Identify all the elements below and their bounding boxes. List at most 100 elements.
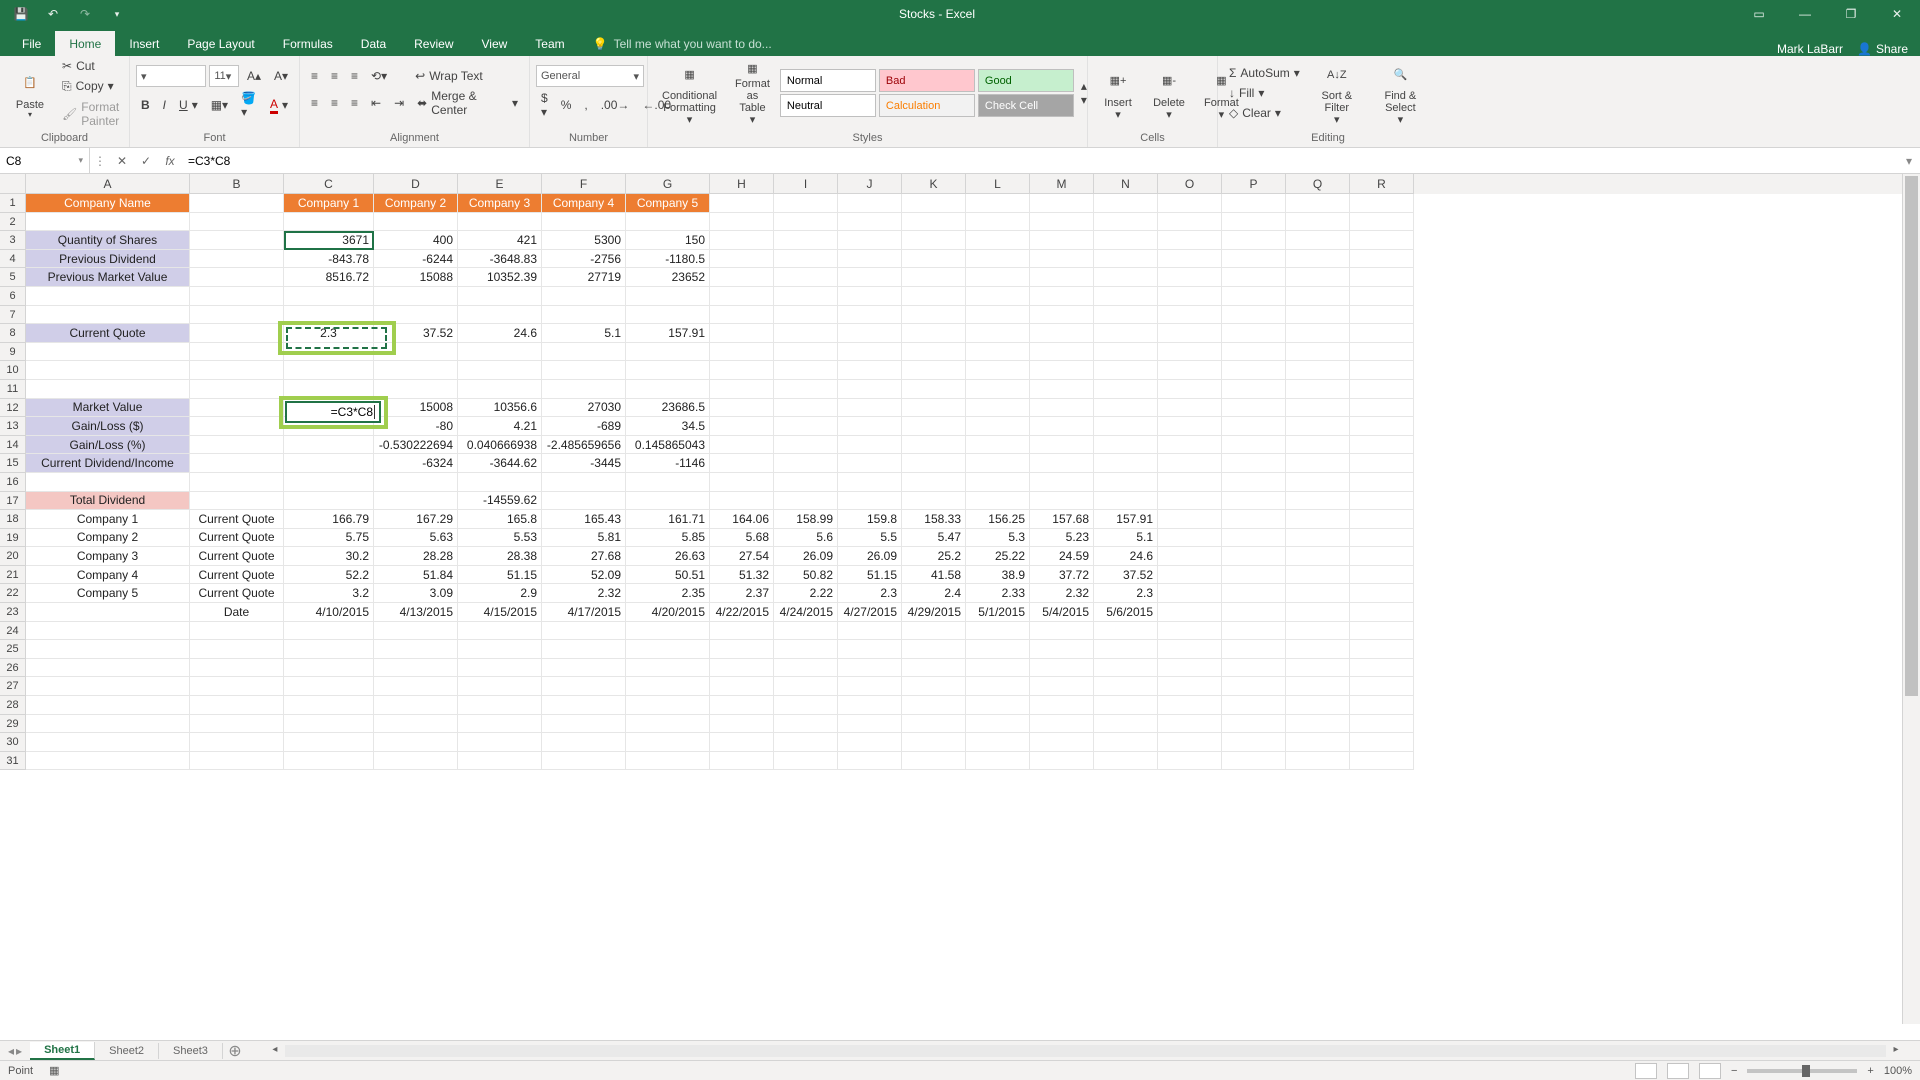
cell-O20[interactable] xyxy=(1158,547,1222,566)
cancel-formula-button[interactable]: ✕ xyxy=(110,148,134,173)
cell-C27[interactable] xyxy=(284,677,374,696)
cell-I18[interactable]: 158.99 xyxy=(774,510,838,529)
cell-H6[interactable] xyxy=(710,287,774,306)
cell-M17[interactable] xyxy=(1030,492,1094,511)
col-header-J[interactable]: J xyxy=(838,174,902,194)
cell-J9[interactable] xyxy=(838,343,902,362)
cell-F11[interactable] xyxy=(542,380,626,399)
cell-O27[interactable] xyxy=(1158,677,1222,696)
cell-G18[interactable]: 161.71 xyxy=(626,510,710,529)
cell-C6[interactable] xyxy=(284,287,374,306)
cell-C23[interactable]: 4/10/2015 xyxy=(284,603,374,622)
conditional-formatting-button[interactable]: ▦Conditional Formatting▾ xyxy=(654,58,725,128)
cell-O30[interactable] xyxy=(1158,733,1222,752)
cell-O2[interactable] xyxy=(1158,213,1222,232)
cell-K20[interactable]: 25.2 xyxy=(902,547,966,566)
cell-N3[interactable] xyxy=(1094,231,1158,250)
cell-I1[interactable] xyxy=(774,194,838,213)
cell-C7[interactable] xyxy=(284,306,374,325)
cell-A4[interactable]: Previous Dividend xyxy=(26,250,190,269)
row-header-19[interactable]: 19 xyxy=(0,529,26,548)
cell-I11[interactable] xyxy=(774,380,838,399)
col-header-A[interactable]: A xyxy=(26,174,190,194)
cell-K23[interactable]: 4/29/2015 xyxy=(902,603,966,622)
cell-R14[interactable] xyxy=(1350,436,1414,455)
cell-P4[interactable] xyxy=(1222,250,1286,269)
sort-filter-button[interactable]: A↓ZSort & Filter▾ xyxy=(1308,58,1366,128)
cell-R6[interactable] xyxy=(1350,287,1414,306)
cell-L30[interactable] xyxy=(966,733,1030,752)
cell-D2[interactable] xyxy=(374,213,458,232)
cell-B25[interactable] xyxy=(190,640,284,659)
cell-O24[interactable] xyxy=(1158,622,1222,641)
cell-K4[interactable] xyxy=(902,250,966,269)
cell-A20[interactable]: Company 3 xyxy=(26,547,190,566)
cell-L22[interactable]: 2.33 xyxy=(966,584,1030,603)
increase-decimal[interactable]: .00→ xyxy=(596,96,635,114)
cell-B23[interactable]: Date xyxy=(190,603,284,622)
paste-button[interactable]: 📋 Paste▾ xyxy=(6,58,54,128)
decrease-font[interactable]: A▾ xyxy=(269,67,293,85)
cell-C8[interactable]: 2.3 xyxy=(284,324,374,343)
decrease-indent[interactable]: ⇤ xyxy=(366,94,386,112)
row-header-17[interactable]: 17 xyxy=(0,492,26,511)
cell-E12[interactable]: 10356.6 xyxy=(458,399,542,418)
cell-G3[interactable]: 150 xyxy=(626,231,710,250)
cell-G31[interactable] xyxy=(626,752,710,771)
cell-C15[interactable] xyxy=(284,454,374,473)
cell-A11[interactable] xyxy=(26,380,190,399)
cell-D8[interactable]: 37.52 xyxy=(374,324,458,343)
cell-A2[interactable] xyxy=(26,213,190,232)
cell-P12[interactable] xyxy=(1222,399,1286,418)
merge-center-button[interactable]: ⬌Merge & Center ▾ xyxy=(412,87,523,119)
cell-B3[interactable] xyxy=(190,231,284,250)
cell-E31[interactable] xyxy=(458,752,542,771)
autosum-button[interactable]: ΣAutoSum ▾ xyxy=(1224,64,1305,82)
cell-P9[interactable] xyxy=(1222,343,1286,362)
cell-L5[interactable] xyxy=(966,268,1030,287)
cell-O10[interactable] xyxy=(1158,361,1222,380)
cell-J24[interactable] xyxy=(838,622,902,641)
cell-E10[interactable] xyxy=(458,361,542,380)
cell-E16[interactable] xyxy=(458,473,542,492)
cell-N11[interactable] xyxy=(1094,380,1158,399)
cell-K16[interactable] xyxy=(902,473,966,492)
cell-E24[interactable] xyxy=(458,622,542,641)
cell-O29[interactable] xyxy=(1158,715,1222,734)
cell-A8[interactable]: Current Quote xyxy=(26,324,190,343)
cell-B15[interactable] xyxy=(190,454,284,473)
cell-L25[interactable] xyxy=(966,640,1030,659)
cell-A27[interactable] xyxy=(26,677,190,696)
cell-M9[interactable] xyxy=(1030,343,1094,362)
cell-A5[interactable]: Previous Market Value xyxy=(26,268,190,287)
cell-B27[interactable] xyxy=(190,677,284,696)
cell-F24[interactable] xyxy=(542,622,626,641)
cell-N6[interactable] xyxy=(1094,287,1158,306)
cell-A15[interactable]: Current Dividend/Income xyxy=(26,454,190,473)
cell-C17[interactable] xyxy=(284,492,374,511)
cell-P1[interactable] xyxy=(1222,194,1286,213)
cell-R11[interactable] xyxy=(1350,380,1414,399)
cell-D6[interactable] xyxy=(374,287,458,306)
cell-C25[interactable] xyxy=(284,640,374,659)
cell-R1[interactable] xyxy=(1350,194,1414,213)
cell-O13[interactable] xyxy=(1158,417,1222,436)
cell-F16[interactable] xyxy=(542,473,626,492)
cell-H8[interactable] xyxy=(710,324,774,343)
cell-M29[interactable] xyxy=(1030,715,1094,734)
cell-K17[interactable] xyxy=(902,492,966,511)
cell-K15[interactable] xyxy=(902,454,966,473)
cell-Q18[interactable] xyxy=(1286,510,1350,529)
tab-page-layout[interactable]: Page Layout xyxy=(173,31,268,56)
row-header-25[interactable]: 25 xyxy=(0,640,26,659)
cell-Q3[interactable] xyxy=(1286,231,1350,250)
wrap-text-button[interactable]: ↩Wrap Text xyxy=(410,67,488,85)
cell-H30[interactable] xyxy=(710,733,774,752)
cell-A7[interactable] xyxy=(26,306,190,325)
cell-O6[interactable] xyxy=(1158,287,1222,306)
cell-J17[interactable] xyxy=(838,492,902,511)
cell-I17[interactable] xyxy=(774,492,838,511)
cell-F9[interactable] xyxy=(542,343,626,362)
cell-F3[interactable]: 5300 xyxy=(542,231,626,250)
cell-I10[interactable] xyxy=(774,361,838,380)
